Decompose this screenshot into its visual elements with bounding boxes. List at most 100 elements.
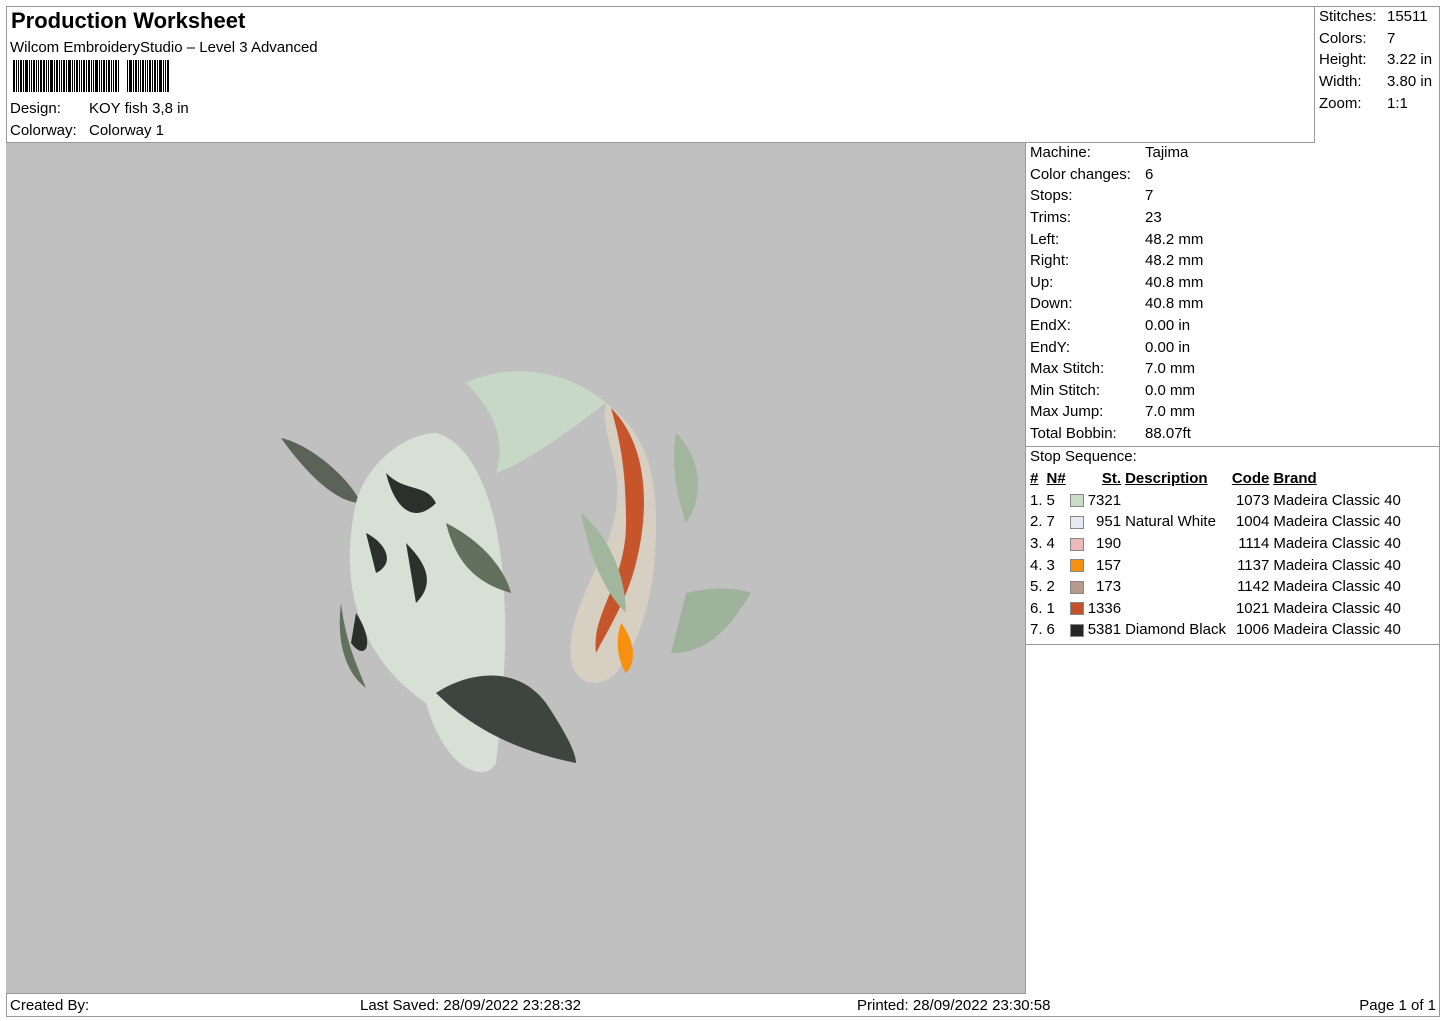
stat-row: Stitches: 15511 [1319, 6, 1432, 28]
info-row: Max Jump: 7.0 mm [1030, 401, 1203, 423]
stop-number: 4. [1030, 556, 1043, 574]
stitch-count: 951 [1096, 513, 1122, 531]
color-swatch-cell [1068, 511, 1086, 533]
divider [1026, 446, 1440, 447]
description [1123, 598, 1228, 620]
page-title: Production Worksheet [11, 8, 246, 33]
black-koi [281, 433, 576, 773]
description [1123, 533, 1228, 555]
stat-value: 1:1 [1387, 94, 1408, 112]
info-row: Stops: 7 [1030, 185, 1203, 207]
stop-number: 2. [1030, 513, 1043, 531]
barcode [13, 60, 170, 92]
color-swatch [1069, 537, 1084, 551]
needle-number: 4 [1046, 535, 1055, 553]
table-row: 3. 4 190 1114 Madeira Classic 40 [1028, 533, 1403, 555]
color-swatch-cell [1068, 598, 1086, 620]
stitch-count: 157 [1096, 556, 1122, 574]
thread-brand: Madeira Classic 40 [1273, 535, 1401, 553]
info-value: 7.0 mm [1145, 403, 1196, 421]
info-row: Left: 48.2 mm [1030, 228, 1203, 250]
stat-row: Width: 3.80 in [1319, 71, 1432, 93]
table-row: 2. 7 951 Natural White 1004 Madeira Classic 4… [1028, 511, 1403, 533]
stat-value: 3.22 in [1387, 51, 1433, 69]
info-label: Down: [1030, 295, 1073, 313]
thread-brand: Madeira Classic 40 [1273, 556, 1401, 574]
stat-label: Zoom: [1319, 94, 1362, 112]
info-label: Up: [1030, 273, 1054, 291]
stop-number: 1. [1030, 491, 1043, 509]
info-label: EndY: [1030, 338, 1071, 356]
info-value: Tajima [1145, 144, 1189, 162]
stop-sequence-table: # N# St. Description Code Brand 1. 5 7321 1… [1028, 468, 1403, 641]
thread-code: 1137 [1237, 556, 1270, 574]
last-saved: Last Saved: 28/09/2022 23:28:32 [360, 996, 582, 1014]
table-row: 6. 1 1336 1021 Madeira Classic 40 [1028, 598, 1403, 620]
created-by: Created By: [10, 996, 90, 1014]
info-row: EndY: 0.00 in [1030, 336, 1203, 358]
info-value: 23 [1145, 209, 1162, 227]
info-label: Stops: [1030, 187, 1073, 205]
colorway-name: Colorway 1 [89, 121, 165, 139]
stat-label: Colors: [1319, 29, 1367, 47]
thread-code: 1114 [1238, 535, 1270, 553]
stitch-count: 1336 [1087, 599, 1122, 617]
color-swatch-cell [1068, 554, 1086, 576]
color-swatch [1069, 623, 1084, 637]
thread-brand: Madeira Classic 40 [1273, 599, 1401, 617]
info-value: 48.2 mm [1145, 230, 1204, 248]
thread-code: 1021 [1235, 599, 1270, 617]
description [1123, 490, 1228, 512]
col-stitches: St. [1101, 470, 1122, 488]
info-label: EndX: [1030, 317, 1071, 335]
stat-row: Colors: 7 [1319, 28, 1432, 50]
info-value: 0.00 in [1145, 317, 1191, 335]
divider [1026, 644, 1440, 645]
info-value: 48.2 mm [1145, 252, 1204, 270]
stitch-count: 190 [1096, 535, 1122, 553]
info-row: EndX: 0.00 in [1030, 315, 1203, 337]
info-label: Left: [1030, 230, 1060, 248]
stat-value: 15511 [1387, 8, 1428, 26]
info-value: 0.0 mm [1145, 381, 1196, 399]
col-description: Description [1125, 470, 1208, 488]
design-preview [6, 143, 1026, 994]
col-brand: Brand [1273, 470, 1317, 488]
stop-number: 5. [1030, 578, 1043, 596]
info-row: Down: 40.8 mm [1030, 293, 1203, 315]
info-value: 6 [1145, 165, 1154, 183]
thread-brand: Madeira Classic 40 [1273, 621, 1401, 639]
info-value: 7.0 mm [1145, 360, 1196, 378]
machine-info: Machine: Tajima Color changes: 6 Stops: 7 Trim… [1030, 142, 1203, 444]
color-swatch [1069, 602, 1084, 616]
stat-label: Height: [1319, 51, 1367, 69]
table-row: 7. 6 5381 Diamond Black 1006 Madeira Classic … [1028, 619, 1403, 641]
footer: Created By: Last Saved: 28/09/2022 23:28… [6, 994, 1440, 1016]
printed-date: Printed: 28/09/2022 23:30:58 [857, 996, 1051, 1014]
table-row: 4. 3 157 1137 Madeira Classic 40 [1028, 554, 1403, 576]
info-row: Total Bobbin: 88.07ft [1030, 423, 1203, 445]
description: Natural White [1125, 513, 1216, 531]
col-number: # [1030, 470, 1039, 488]
stop-number: 6. [1030, 599, 1043, 617]
info-row: Right: 48.2 mm [1030, 250, 1203, 272]
color-swatch [1069, 559, 1084, 573]
orange-koi [466, 371, 751, 683]
table-row: 5. 2 173 1142 Madeira Classic 40 [1028, 576, 1403, 598]
color-swatch [1069, 580, 1084, 594]
info-label: Color changes: [1030, 165, 1131, 183]
info-row: Max Stitch: 7.0 mm [1030, 358, 1203, 380]
info-label: Min Stitch: [1030, 381, 1101, 399]
info-value: 40.8 mm [1145, 295, 1204, 313]
needle-number: 6 [1046, 621, 1055, 639]
thread-brand: Madeira Classic 40 [1273, 578, 1401, 596]
design-info: Design: KOY fish 3,8 in Colorway: Colorway… [10, 98, 189, 141]
col-swatch [1068, 468, 1086, 490]
info-value: 40.8 mm [1145, 273, 1204, 291]
needle-number: 2 [1046, 578, 1055, 596]
stat-value: 3.80 in [1387, 73, 1433, 91]
col-needle: N# [1046, 470, 1066, 488]
stat-value: 7 [1387, 29, 1396, 47]
needle-number: 1 [1046, 599, 1055, 617]
thread-code: 1073 [1235, 491, 1270, 509]
